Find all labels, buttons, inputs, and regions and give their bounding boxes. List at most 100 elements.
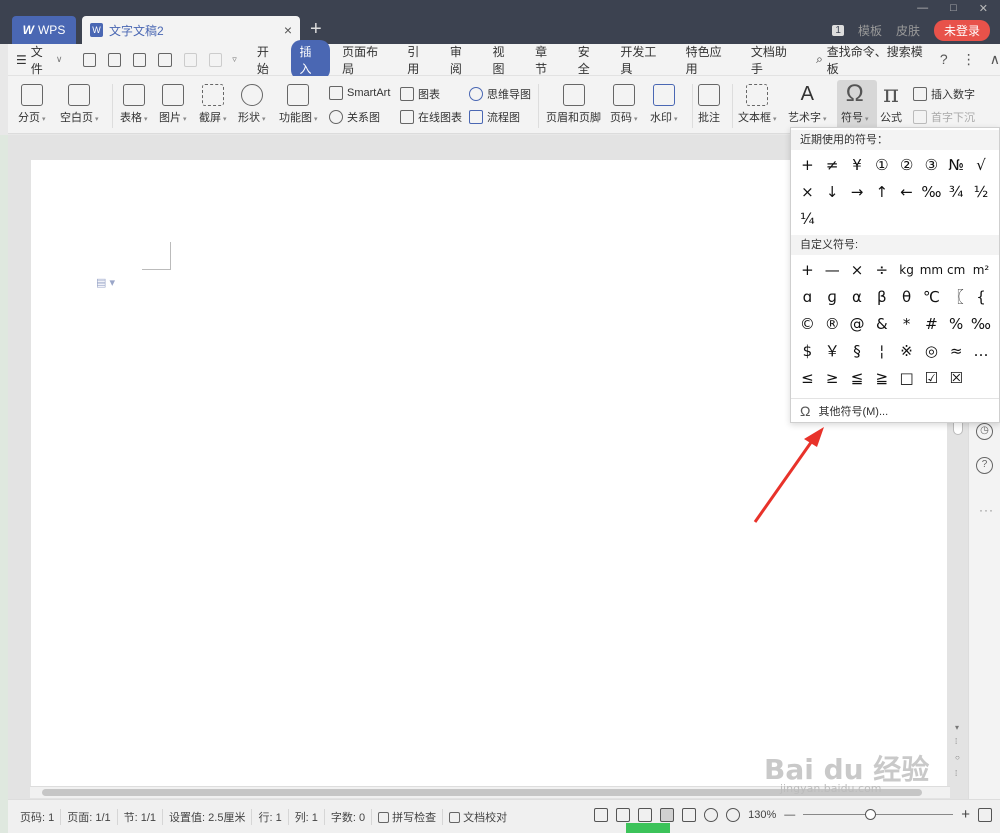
formula-button[interactable]: π 公式	[880, 82, 902, 125]
menu-view[interactable]: 视图	[485, 40, 524, 80]
custom-symbol[interactable]: kg	[894, 256, 919, 283]
new-tab-button[interactable]: +	[310, 18, 322, 40]
recent-symbol[interactable]: ③	[919, 151, 944, 178]
recent-symbol[interactable]: ≠	[820, 151, 845, 178]
drop-cap-button[interactable]: 首字下沉	[913, 109, 975, 125]
redo-icon[interactable]	[208, 52, 223, 67]
recent-symbol[interactable]: ¥	[845, 151, 870, 178]
custom-symbol[interactable]: —	[820, 256, 845, 283]
menu-doc-assistant[interactable]: 文档助手	[743, 40, 804, 80]
custom-symbol[interactable]: ☑	[919, 364, 944, 391]
custom-symbol[interactable]: cm	[944, 256, 969, 283]
picture-button[interactable]: 图片	[159, 84, 186, 125]
flowchart-button[interactable]: 流程图	[469, 109, 520, 125]
custom-symbol[interactable]: *	[894, 310, 919, 337]
spellcheck-button[interactable]: 拼写检查	[372, 808, 444, 825]
custom-symbol[interactable]: mm	[919, 256, 944, 283]
more-dots-icon[interactable]: ···	[979, 503, 994, 517]
textbox-button[interactable]: 文本框	[738, 84, 776, 125]
custom-symbol[interactable]: m²	[969, 256, 994, 283]
zoom-out-button[interactable]: —	[784, 809, 795, 821]
maximize-button[interactable]: □	[950, 2, 957, 15]
select-browse-icon[interactable]: ○	[955, 753, 960, 762]
custom-symbol[interactable]: ≦	[845, 364, 870, 391]
zoom-level[interactable]: 130%	[748, 809, 776, 821]
window-close-button[interactable]: ✕	[979, 2, 988, 15]
recent-symbol[interactable]: ↑	[869, 178, 894, 205]
status-word-count[interactable]: 字数: 0	[325, 808, 373, 825]
quick-access-dropdown-icon[interactable]: ▿	[232, 54, 237, 65]
custom-symbol[interactable]: □	[894, 364, 919, 391]
next-page-icon[interactable]: ⁞	[955, 769, 957, 778]
relation-chart-button[interactable]: 关系图	[329, 109, 380, 125]
custom-symbol[interactable]: ÷	[869, 256, 894, 283]
zoom-slider[interactable]	[803, 808, 954, 822]
wps-home-tab[interactable]: W WPS	[12, 16, 76, 44]
custom-symbol[interactable]: ɑ	[795, 283, 820, 310]
custom-symbol[interactable]: %	[944, 310, 969, 337]
custom-symbol[interactable]: ※	[894, 337, 919, 364]
smartart-button[interactable]: SmartArt	[329, 86, 390, 100]
help-circle-icon[interactable]: ?	[976, 457, 993, 474]
custom-symbol[interactable]: …	[969, 337, 994, 364]
fullscreen-icon[interactable]	[594, 807, 609, 822]
menu-features[interactable]: 特色应用	[678, 40, 739, 80]
history-icon[interactable]: ◷	[976, 423, 993, 440]
custom-symbol[interactable]: ℃	[919, 283, 944, 310]
custom-symbol[interactable]: §	[845, 337, 870, 364]
eye-protection-icon[interactable]	[726, 807, 741, 822]
custom-symbol[interactable]: θ	[894, 283, 919, 310]
zoom-in-button[interactable]: +	[961, 806, 970, 823]
notification-badge[interactable]: 1	[832, 25, 844, 36]
reading-mode-icon[interactable]	[616, 807, 631, 822]
wordart-button[interactable]: A 艺术字	[788, 84, 826, 125]
recent-symbol[interactable]: ↓	[820, 178, 845, 205]
menu-security[interactable]: 安全	[570, 40, 609, 80]
more-symbols-item[interactable]: Ω 其他符号(M)...	[791, 398, 999, 422]
fit-page-icon[interactable]	[978, 807, 992, 822]
custom-symbol[interactable]: ®	[820, 310, 845, 337]
shape-button[interactable]: 形状	[238, 84, 265, 125]
recent-symbol[interactable]: ×	[795, 178, 820, 205]
menu-review[interactable]: 审阅	[442, 40, 481, 80]
page-break-button[interactable]: 分页	[18, 84, 45, 125]
menu-home[interactable]: 开始	[249, 40, 288, 80]
more-icon[interactable]: ⋮	[962, 51, 976, 68]
recent-symbol[interactable]: ½	[969, 178, 994, 205]
scroll-down-icon[interactable]: ▾	[955, 723, 959, 732]
insert-number-button[interactable]: 插入数字	[913, 86, 975, 102]
menu-references[interactable]: 引用	[399, 40, 438, 80]
custom-symbol[interactable]: ¦	[869, 337, 894, 364]
custom-symbol[interactable]: ɡ	[820, 283, 845, 310]
recent-symbol[interactable]: ¾	[944, 178, 969, 205]
custom-symbol[interactable]: ≧	[869, 364, 894, 391]
custom-symbol[interactable]: 〖	[944, 283, 969, 310]
custom-symbol[interactable]: ￥	[820, 337, 845, 364]
custom-symbol[interactable]: ‰	[969, 310, 994, 337]
print-preview-icon[interactable]	[158, 52, 172, 67]
command-search[interactable]: ⌕ 查找命令、搜索模板	[816, 43, 928, 77]
recent-symbol[interactable]: ←	[894, 178, 919, 205]
recent-symbol[interactable]: ¼	[795, 205, 820, 232]
recent-symbol[interactable]: ②	[894, 151, 919, 178]
symbol-button[interactable]: Ω 符号	[841, 82, 868, 125]
custom-symbol[interactable]: {	[969, 283, 994, 310]
custom-symbol[interactable]: @	[845, 310, 870, 337]
header-footer-button[interactable]: 页眉和页脚	[546, 84, 601, 125]
save-icon[interactable]	[82, 52, 96, 67]
paragraph-layout-icon[interactable]: ▤ ▾	[96, 276, 115, 289]
custom-symbol[interactable]: #	[919, 310, 944, 337]
custom-symbol[interactable]: ≈	[944, 337, 969, 364]
recent-symbol[interactable]: ①	[869, 151, 894, 178]
recent-symbol[interactable]: →	[845, 178, 870, 205]
custom-symbol[interactable]: ≥	[820, 364, 845, 391]
prev-page-icon[interactable]: ⁞	[955, 737, 957, 746]
menu-chapter[interactable]: 章节	[527, 40, 566, 80]
help-icon[interactable]: ?	[940, 51, 948, 68]
comment-button[interactable]: 批注	[698, 84, 720, 125]
doc-check-button[interactable]: 文档校对	[443, 809, 513, 825]
custom-symbol[interactable]: &	[869, 310, 894, 337]
page-view-icon[interactable]	[660, 807, 675, 822]
vertical-scrollbar[interactable]: ▾ ⁞ ○ ⁞	[950, 415, 966, 787]
mindmap-button[interactable]: 思维导图	[469, 86, 531, 102]
